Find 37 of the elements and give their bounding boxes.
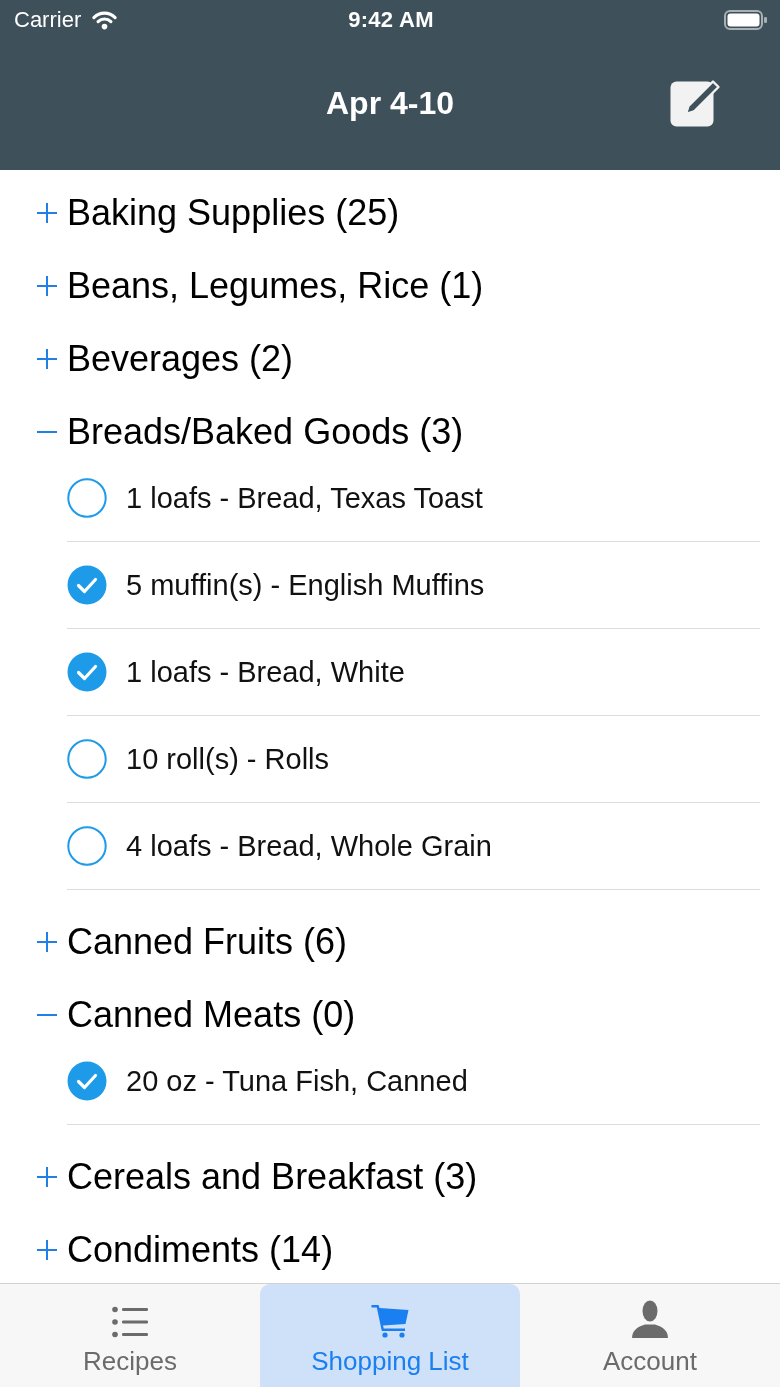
status-time: 9:42 AM — [348, 7, 434, 33]
checkbox[interactable] — [67, 565, 107, 605]
item-text: 1 loafs - Bread, White — [126, 655, 405, 689]
battery-icon — [724, 10, 768, 30]
category-header[interactable]: Beans, Legumes, Rice (1) — [67, 264, 484, 307]
expand-icon[interactable] — [37, 931, 57, 952]
expand-icon[interactable] — [37, 348, 57, 369]
person-icon — [631, 1300, 669, 1338]
category-header[interactable]: Breads/Baked Goods (3) — [67, 410, 464, 453]
compose-icon[interactable] — [670, 79, 722, 127]
category-header[interactable]: Cereals and Breakfast (3) — [67, 1155, 478, 1198]
category-header[interactable]: Baking Supplies (25) — [67, 191, 400, 234]
category-header[interactable]: Beverages (2) — [67, 337, 294, 380]
cart-icon — [371, 1304, 409, 1338]
tab[interactable]: Recipes — [0, 1284, 260, 1387]
checkbox[interactable] — [67, 826, 107, 866]
expand-icon[interactable] — [37, 275, 57, 296]
nav-title: Apr 4-10 — [325, 84, 454, 122]
carrier-name: Carrier — [14, 7, 82, 33]
expand-icon[interactable] — [37, 1239, 57, 1260]
item-text: 1 loafs - Bread, Texas Toast — [126, 481, 483, 515]
item-text: 20 oz - Tuna Fish, Canned — [126, 1064, 468, 1098]
category-header[interactable]: Condiments (14) — [67, 1228, 334, 1271]
category-header[interactable]: Canned Fruits (6) — [67, 920, 348, 963]
item-text: 4 loafs - Bread, Whole Grain — [126, 829, 492, 863]
expand-icon[interactable] — [37, 202, 57, 223]
checkbox[interactable] — [67, 652, 107, 692]
list-icon — [112, 1306, 148, 1338]
category-header[interactable]: Canned Meats (0) — [67, 993, 356, 1036]
item-text: 5 muffin(s) - English Muffins — [126, 568, 485, 602]
checkbox[interactable] — [67, 1061, 107, 1101]
checkbox[interactable] — [67, 478, 107, 518]
tab[interactable]: Account — [520, 1284, 780, 1387]
item-text: 10 roll(s) - Rolls — [126, 742, 330, 776]
wifi-icon — [91, 10, 119, 30]
expand-icon[interactable] — [37, 1166, 57, 1187]
checkbox[interactable] — [67, 739, 107, 779]
